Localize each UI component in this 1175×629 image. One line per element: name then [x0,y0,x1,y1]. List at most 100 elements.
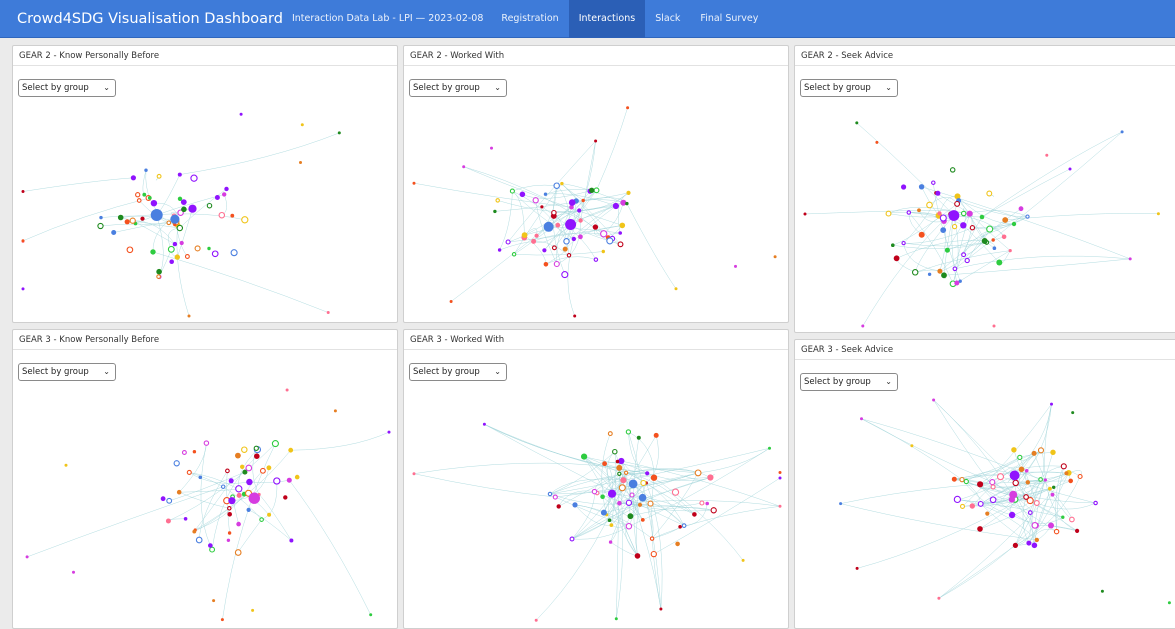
graph-node[interactable] [224,187,228,191]
graph-node[interactable] [207,204,211,208]
graph-node[interactable] [1068,479,1073,484]
graph-node[interactable] [227,512,232,517]
graph-node[interactable] [22,190,25,193]
graph-node[interactable] [169,259,174,264]
graph-node[interactable] [242,447,247,452]
graph-node[interactable] [602,250,605,253]
graph-node[interactable] [932,181,935,184]
graph-node[interactable] [170,215,179,224]
graph-node[interactable] [177,225,182,230]
graph-node[interactable] [1157,212,1160,215]
graph-node[interactable] [174,461,179,466]
graph-node[interactable] [626,524,631,529]
graph-node[interactable] [191,175,197,181]
graph-node[interactable] [175,254,180,259]
network-graph[interactable] [795,46,1175,333]
graph-node[interactable] [512,253,515,256]
graph-node[interactable] [1026,541,1031,546]
graph-node[interactable] [581,454,587,460]
graph-node[interactable] [1168,601,1171,604]
graph-node[interactable] [111,230,116,235]
graph-node[interactable] [535,619,538,622]
graph-node[interactable] [1032,451,1037,456]
graph-node[interactable] [183,451,187,455]
app-title[interactable]: Crowd4SDG Visualisation Dashboard [0,11,283,27]
network-graph[interactable] [795,340,1175,629]
graph-node[interactable] [199,476,203,480]
network-graph[interactable] [13,330,398,629]
graph-node[interactable] [228,531,231,534]
graph-node[interactable] [978,502,983,507]
graph-node[interactable] [229,478,234,483]
graph-node[interactable] [301,123,304,126]
graph-node[interactable] [996,260,1002,266]
graph-node[interactable] [553,495,557,499]
graph-node[interactable] [651,552,656,557]
graph-node[interactable] [928,273,931,276]
network-graph[interactable] [404,46,789,323]
graph-node[interactable] [937,269,942,274]
graph-node[interactable] [955,202,960,207]
graph-node[interactable] [413,472,416,475]
graph-node[interactable] [522,232,528,238]
graph-node[interactable] [592,489,596,493]
graph-node[interactable] [1019,206,1024,211]
graph-node[interactable] [531,239,536,244]
graph-node[interactable] [235,453,241,459]
graph-node[interactable] [544,222,554,232]
graph-node[interactable] [953,225,957,229]
graph-node[interactable] [118,215,124,221]
graph-node[interactable] [327,311,330,314]
graph-node[interactable] [638,503,642,507]
graph-node[interactable] [535,234,539,238]
graph-node[interactable] [188,315,191,318]
graph-node[interactable] [1009,497,1015,503]
graph-node[interactable] [1045,154,1048,157]
graph-node[interactable] [937,597,940,600]
graph-node[interactable] [540,205,543,208]
graph-node[interactable] [231,250,237,256]
graph-node[interactable] [369,613,372,616]
graph-node[interactable] [962,253,966,257]
graph-node[interactable] [72,571,75,574]
graph-node[interactable] [450,300,453,303]
graph-node[interactable] [496,199,499,202]
graph-node[interactable] [544,262,549,267]
graph-node[interactable] [910,444,913,447]
graph-node[interactable] [564,239,569,244]
graph-node[interactable] [1026,480,1030,484]
nav-item-slack[interactable]: Slack [645,0,690,38]
graph-node[interactable] [1035,538,1039,542]
graph-node[interactable] [210,547,215,552]
graph-node[interactable] [861,325,864,328]
graph-node[interactable] [962,211,966,215]
graph-node[interactable] [626,500,631,505]
graph-node[interactable] [577,208,581,212]
graph-node[interactable] [136,193,140,197]
graph-node[interactable] [960,478,964,482]
graph-node[interactable] [212,251,218,257]
graph-node[interactable] [1039,448,1044,453]
graph-node[interactable] [1054,529,1058,533]
graph-node[interactable] [645,471,649,475]
graph-node[interactable] [570,537,574,541]
graph-node[interactable] [650,537,653,540]
graph-node[interactable] [267,465,272,470]
graph-node[interactable] [180,241,184,245]
graph-node[interactable] [635,553,641,559]
graph-node[interactable] [582,199,585,202]
graph-node[interactable] [616,465,622,471]
graph-node[interactable] [156,269,162,275]
graph-node[interactable] [589,188,594,193]
graph-node[interactable] [707,474,713,480]
graph-node[interactable] [142,193,146,197]
graph-node[interactable] [237,493,242,498]
graph-node[interactable] [609,540,612,543]
graph-node[interactable] [1026,215,1029,218]
graph-node[interactable] [286,389,289,392]
graph-node[interactable] [167,498,172,503]
graph-node[interactable] [1050,450,1055,455]
graph-node[interactable] [65,464,68,467]
graph-node[interactable] [935,191,940,196]
graph-node[interactable] [236,486,242,492]
